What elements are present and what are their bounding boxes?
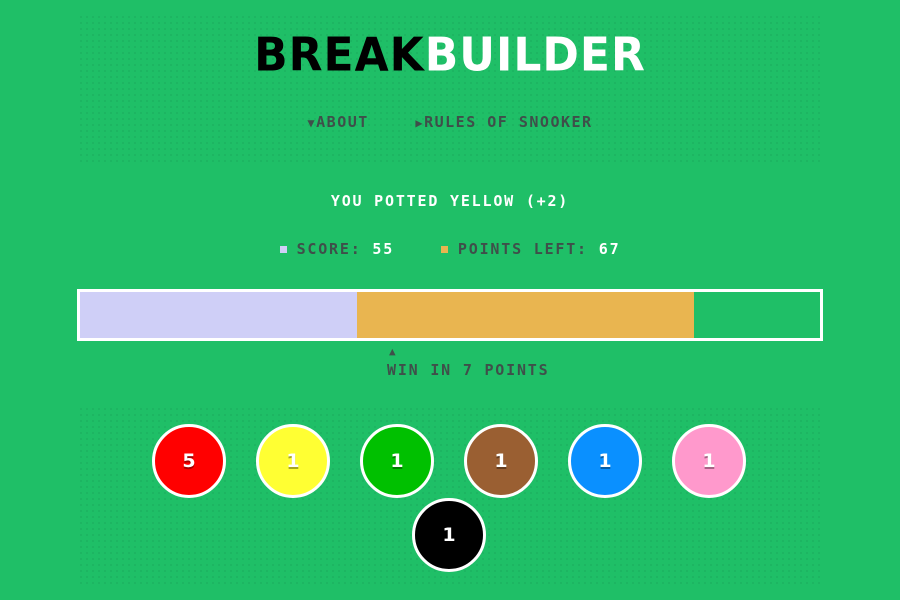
score-label: SCORE: xyxy=(296,240,362,258)
rules-toggle[interactable]: ▶RULES OF SNOOKER xyxy=(415,113,592,131)
score-value: 55 xyxy=(372,240,395,258)
title-break: BREAK xyxy=(254,28,425,83)
score-progress-bar xyxy=(77,289,823,341)
app-title: BREAKBUILDER xyxy=(0,29,900,84)
ball-yellow[interactable]: 1 xyxy=(256,424,330,498)
points-left-value: 67 xyxy=(598,240,621,258)
win-marker-text: WIN IN 7 POINTS xyxy=(387,361,550,379)
ball-blue[interactable]: 1 xyxy=(568,424,642,498)
ball-count: 1 xyxy=(286,450,300,472)
ball-count: 1 xyxy=(442,524,456,546)
points-left-swatch xyxy=(440,246,448,253)
status-message: YOU POTTED YELLOW (+2) xyxy=(330,192,570,210)
ball-green[interactable]: 1 xyxy=(360,424,434,498)
points-left-fill xyxy=(357,292,694,338)
ball-black[interactable]: 1 xyxy=(412,498,486,572)
win-marker: ▲ WIN IN 7 POINTS xyxy=(387,343,549,379)
points-left-label: POINTS LEFT: xyxy=(457,240,588,258)
about-label: ABOUT xyxy=(316,113,369,131)
about-toggle[interactable]: ▼ABOUT xyxy=(307,113,368,131)
ball-count: 1 xyxy=(494,450,508,472)
ball-count: 1 xyxy=(390,450,404,472)
points-left-item: POINTS LEFT: 67 xyxy=(440,240,621,258)
triangle-right-icon: ▶ xyxy=(415,116,425,130)
triangle-down-icon: ▼ xyxy=(307,116,317,130)
triangle-up-icon: ▲ xyxy=(389,345,398,358)
score-item: SCORE: 55 xyxy=(279,240,395,258)
rules-label: RULES OF SNOOKER xyxy=(424,113,593,131)
ball-count: 1 xyxy=(702,450,716,472)
ball-count: 5 xyxy=(182,450,196,472)
ball-count: 1 xyxy=(598,450,612,472)
score-swatch xyxy=(279,246,287,253)
score-summary: SCORE: 55 POINTS LEFT: 67 xyxy=(0,240,900,258)
score-fill xyxy=(80,292,357,338)
ball-red[interactable]: 5 xyxy=(152,424,226,498)
ball-pink[interactable]: 1 xyxy=(672,424,746,498)
title-builder: BUILDER xyxy=(424,28,646,83)
ball-brown[interactable]: 1 xyxy=(464,424,538,498)
nav-links: ▼ABOUT ▶RULES OF SNOOKER xyxy=(0,113,900,131)
